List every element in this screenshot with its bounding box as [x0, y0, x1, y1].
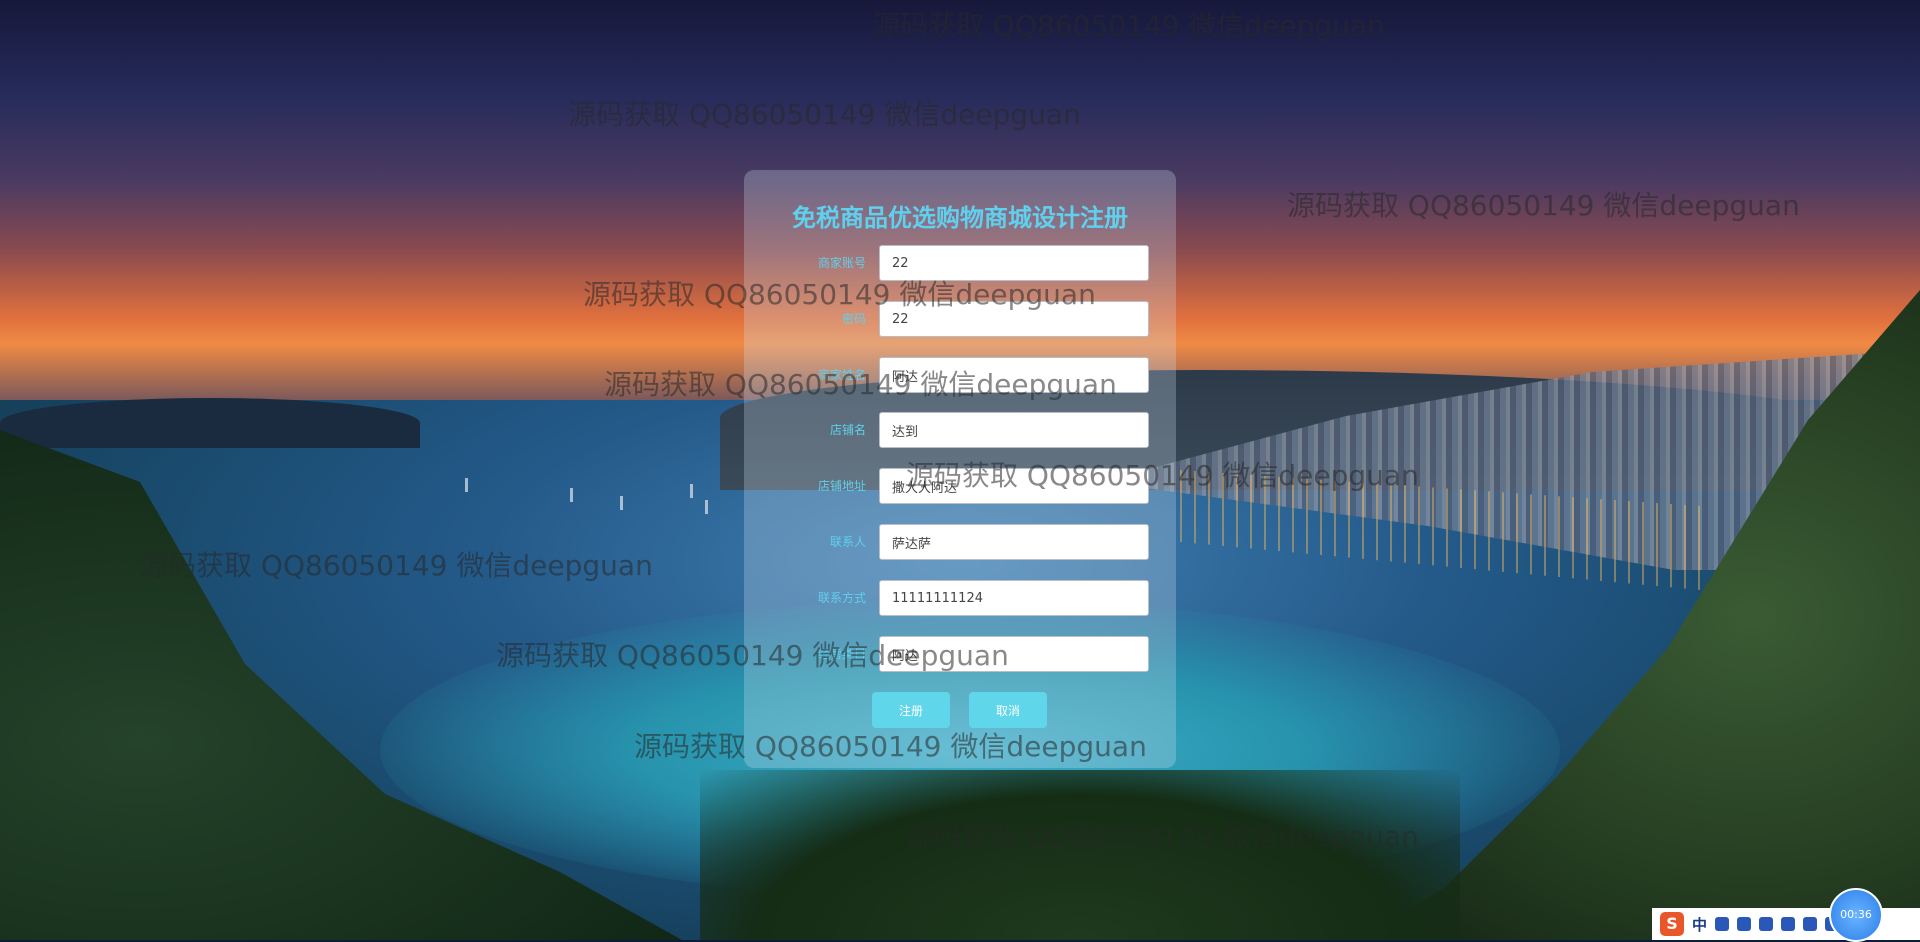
boat	[570, 488, 573, 502]
form-row-contact-person: 联系人	[744, 524, 1176, 560]
form-row-shop-address: 店铺地址	[744, 468, 1176, 504]
shop-name-label: 店铺名	[829, 423, 866, 437]
contact-phone-label: 联系方式	[817, 591, 866, 605]
merchant-name-input[interactable]	[879, 357, 1149, 393]
page-title: 免税商品优选购物商城设计注册	[792, 204, 1128, 232]
boat	[465, 478, 468, 492]
merchant-account-input[interactable]	[879, 245, 1149, 281]
password-input[interactable]	[879, 301, 1149, 337]
shop-name-input[interactable]	[879, 412, 1149, 448]
form-row-password: 密码	[744, 301, 1176, 337]
form-row-merchant-name: 商家姓名	[744, 357, 1176, 393]
far-hill-left	[0, 398, 420, 448]
cancel-button[interactable]: 取消	[969, 692, 1047, 728]
contact-phone-input[interactable]	[879, 580, 1149, 616]
merchant-account-label: 商家账号	[817, 256, 866, 270]
password-label: 密码	[841, 312, 866, 326]
shop-address-input[interactable]	[879, 468, 1149, 504]
business-category-input[interactable]	[879, 636, 1149, 672]
register-button[interactable]: 注册	[872, 692, 950, 728]
contact-person-label: 联系人	[829, 535, 866, 549]
contact-person-input[interactable]	[879, 524, 1149, 560]
shop-address-label: 店铺地址	[817, 479, 866, 493]
form-row-merchant-account: 商家账号	[744, 245, 1176, 281]
recording-clock: 00:36	[1829, 888, 1883, 942]
punctuation-icon[interactable]	[1715, 917, 1730, 931]
emoji-icon[interactable]	[1737, 917, 1752, 931]
boat	[620, 496, 623, 510]
merchant-name-label: 商家姓名	[817, 368, 866, 382]
microphone-icon[interactable]	[1759, 917, 1774, 931]
boat	[705, 500, 708, 514]
user-icon[interactable]	[1803, 917, 1818, 931]
form-row-business-category: 经营类目	[744, 636, 1176, 672]
register-panel: 免税商品优选购物商城设计注册 商家账号 密码 商家姓名 店铺名 店铺地址 联系人…	[744, 170, 1176, 768]
form-row-shop-name: 店铺名	[744, 412, 1176, 448]
business-category-label: 经营类目	[817, 647, 866, 661]
trees-front	[700, 770, 1460, 940]
boat	[690, 484, 693, 498]
ime-logo-icon[interactable]: S	[1660, 912, 1684, 936]
keyboard-icon[interactable]	[1781, 917, 1796, 931]
form-row-contact-phone: 联系方式	[744, 580, 1176, 616]
ime-mode-toggle[interactable]: 中	[1692, 914, 1707, 935]
